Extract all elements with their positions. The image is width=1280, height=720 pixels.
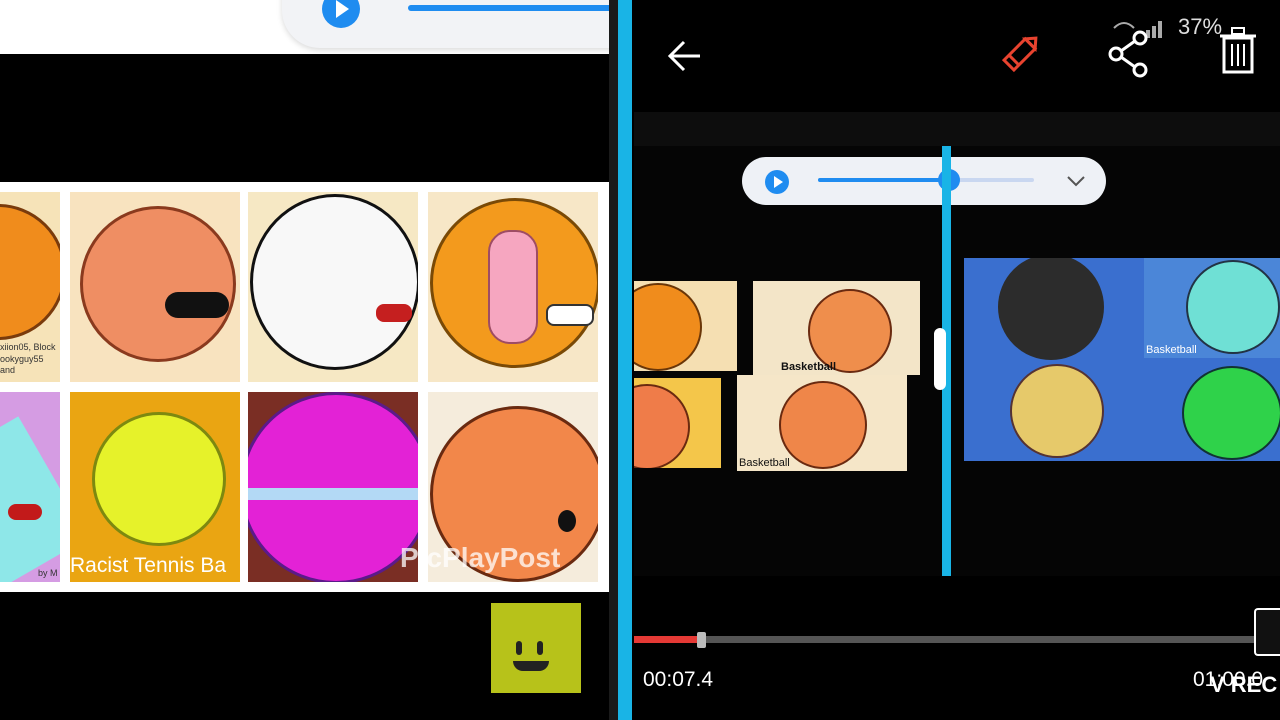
- bottom-thumbnail[interactable]: [491, 603, 581, 693]
- pink-shape: [488, 230, 538, 344]
- battery-percentage: 37%: [1178, 14, 1223, 39]
- picplaypost-watermark: PicPlayPost: [400, 542, 561, 573]
- credit-text: by M: [38, 568, 58, 578]
- cube-character: [0, 416, 60, 582]
- grid-cell[interactable]: [70, 192, 240, 382]
- grid-cell[interactable]: [248, 392, 418, 582]
- clip-thumbnail[interactable]: [634, 281, 737, 371]
- preview-header: [634, 112, 1280, 146]
- credit-text: ookyguy55 and: [0, 354, 44, 375]
- timeline-progress: [634, 636, 702, 643]
- ball-stripe: [248, 488, 418, 500]
- split-divider[interactable]: [618, 0, 632, 720]
- clip-composite[interactable]: Basketball: [964, 258, 1280, 461]
- clip-thumbnail[interactable]: [634, 378, 721, 468]
- timeline-track[interactable]: [634, 636, 1280, 643]
- tennis-ball-character: [92, 412, 226, 546]
- grid-caption: Racist Tennis Ba: [70, 554, 227, 577]
- basketball-character: [1010, 364, 1104, 458]
- split-gutter: [609, 0, 618, 720]
- arrow-left-icon[interactable]: [664, 38, 704, 74]
- mouth: [376, 304, 412, 322]
- angry-mouth: [165, 292, 229, 318]
- play-icon[interactable]: [764, 169, 790, 195]
- basketball-character: [779, 381, 867, 469]
- basketball-character: [634, 384, 690, 468]
- basketball-character: [0, 204, 60, 340]
- smile: [513, 661, 549, 671]
- eye: [516, 641, 522, 655]
- trash-icon[interactable]: [1218, 26, 1258, 76]
- clip-thumbnail[interactable]: Basketball: [737, 375, 907, 471]
- clip-thumbnail[interactable]: Basketball: [753, 281, 920, 375]
- mouth: [558, 510, 576, 532]
- play-icon[interactable]: [320, 0, 362, 38]
- pencil-icon[interactable]: [998, 30, 1044, 76]
- basketball-character: [80, 206, 236, 362]
- clip-caption: Basketball: [781, 361, 837, 373]
- current-time: 00:07.4: [643, 668, 714, 691]
- mini-seek-progress: [818, 178, 948, 182]
- mini-player-bar: [742, 157, 1106, 205]
- timeline-scrubber[interactable]: [697, 632, 706, 648]
- mouth: [546, 304, 594, 326]
- clip-caption: Basketball: [739, 457, 790, 469]
- purple-basketball-character: [248, 392, 418, 582]
- share-icon[interactable]: [1106, 30, 1154, 78]
- screen-recorder-watermark: V REC: [1210, 672, 1278, 697]
- chevron-down-icon[interactable]: [1066, 175, 1086, 187]
- recorder-control-icon[interactable]: [1254, 608, 1280, 656]
- green-ball-character: [1182, 366, 1280, 460]
- grid-cell[interactable]: by M: [0, 392, 60, 582]
- grid-cell[interactable]: [428, 192, 598, 382]
- dark-ball-character: [998, 258, 1104, 360]
- character-grid: xiion05, Block ookyguy55 and ball by M R…: [0, 182, 610, 592]
- mouth: [8, 504, 42, 520]
- eye: [537, 641, 543, 655]
- basketball-character: [634, 283, 702, 371]
- clip-caption: Basketball: [1146, 344, 1197, 356]
- credit-text: xiion05, Block: [0, 342, 56, 352]
- trim-handle-left[interactable]: [934, 328, 946, 390]
- cyan-ball-character: [1186, 260, 1280, 354]
- grid-cell[interactable]: xiion05, Block ookyguy55 and: [0, 192, 60, 382]
- baseball-character: [250, 194, 418, 370]
- grid-cell[interactable]: [248, 192, 418, 382]
